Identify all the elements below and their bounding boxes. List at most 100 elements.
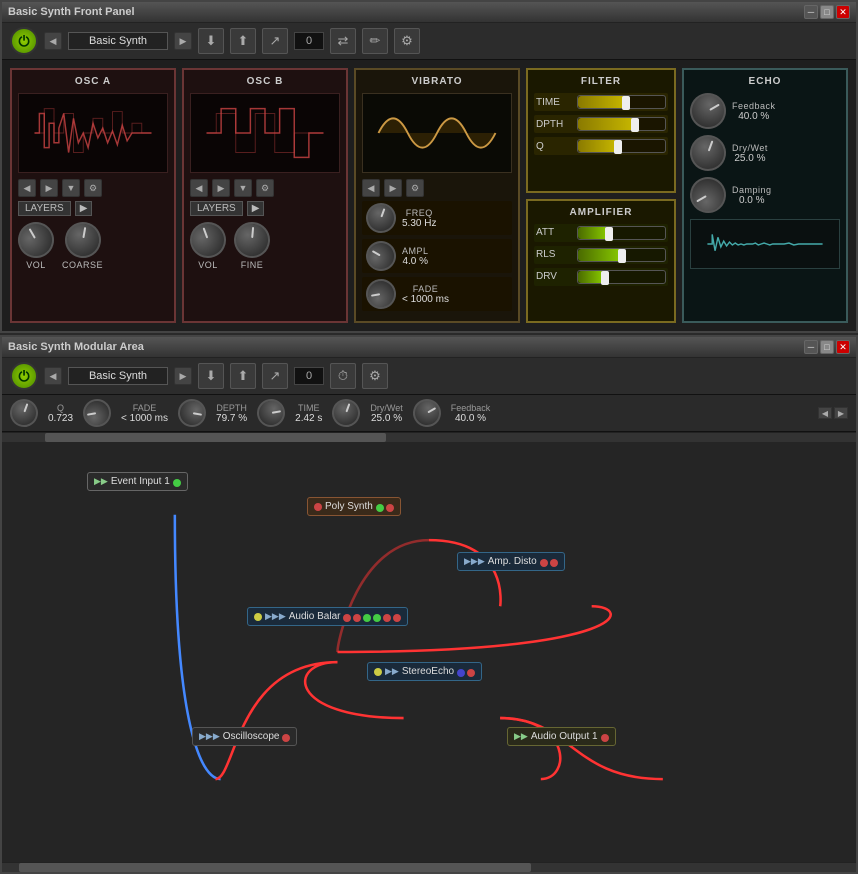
node-event-input[interactable]: ▶▶ Event Input 1 xyxy=(87,472,188,491)
prev-preset-button[interactable]: ◀ xyxy=(44,32,62,50)
vibrato-next[interactable]: ▶ xyxy=(384,179,402,197)
stereo-echo-port2[interactable] xyxy=(467,669,475,677)
bottom-settings-button[interactable]: ⚙ xyxy=(362,363,388,389)
osc-b-settings[interactable]: ⚙ xyxy=(256,179,274,197)
osc-a-vol-knob[interactable] xyxy=(11,215,60,264)
amp-disto-port2[interactable] xyxy=(550,559,558,567)
vibrato-prev[interactable]: ◀ xyxy=(362,179,380,197)
edit-button[interactable]: ✏ xyxy=(362,28,388,54)
amp-disto-ports xyxy=(540,559,558,567)
echo-feedback-knob[interactable] xyxy=(683,86,732,135)
osc-a-layers-btn[interactable]: LAYERS xyxy=(18,201,71,216)
restore-button[interactable]: □ xyxy=(820,5,834,19)
bottom-clock-button[interactable]: ⏱ xyxy=(330,363,356,389)
filter-dpth-track[interactable] xyxy=(577,117,666,131)
osc-b-layers-expand[interactable]: ▶ xyxy=(247,201,265,216)
power-button[interactable]: ⏻ xyxy=(10,27,38,55)
event-input-port-green[interactable] xyxy=(173,479,181,487)
osc-a-down[interactable]: ▼ xyxy=(62,179,80,197)
node-stereo-echo[interactable]: ▶▶ StereoEcho xyxy=(367,662,482,681)
node-amp-disto[interactable]: ▶▶▶ Amp. Disto xyxy=(457,552,565,571)
vibrato-fade-knob[interactable] xyxy=(364,277,399,312)
stereo-echo-port1[interactable] xyxy=(457,669,465,677)
midi-button[interactable]: ⇄ xyxy=(330,28,356,54)
node-audio-balar[interactable]: ▶▶▶ Audio Balar xyxy=(247,607,408,626)
osc-a-settings[interactable]: ⚙ xyxy=(84,179,102,197)
osc-b-down[interactable]: ▼ xyxy=(234,179,252,197)
audio-balar-port3[interactable] xyxy=(363,614,371,622)
node-oscilloscope[interactable]: ▶▶▶ Oscilloscope xyxy=(192,727,297,746)
echo-feedback-info: Feedback 40.0 % xyxy=(732,101,776,122)
amp-att-track[interactable] xyxy=(577,226,666,240)
bottom-power-button[interactable]: ⏻ xyxy=(10,362,38,390)
audio-balar-port2[interactable] xyxy=(353,614,361,622)
vibrato-freq-knob[interactable] xyxy=(362,199,400,237)
bottom-restore-button[interactable]: □ xyxy=(820,340,834,354)
next-preset-button[interactable]: ▶ xyxy=(174,32,192,50)
settings-button[interactable]: ⚙ xyxy=(394,28,420,54)
echo-drywet-knob[interactable] xyxy=(685,130,731,176)
top-panel-titlebar: Basic Synth Front Panel ─ □ ✕ xyxy=(2,2,856,23)
osc-a-section: OSC A ◀ ▶ ▼ ⚙ LAYERS ▶ VOL xyxy=(10,68,176,323)
vibrato-settings[interactable]: ⚙ xyxy=(406,179,424,197)
bottom-scrollbar-thumb[interactable] xyxy=(19,863,531,872)
oscilloscope-port1[interactable] xyxy=(282,734,290,742)
filter-dpth-label: DPTH xyxy=(536,119,571,130)
bottom-horizontal-scrollbar[interactable] xyxy=(2,862,856,872)
mod-knob-time[interactable] xyxy=(255,397,287,429)
osc-a-coarse-knob[interactable] xyxy=(62,219,104,261)
preset-number[interactable]: 0 xyxy=(294,32,324,50)
audio-balar-port1[interactable] xyxy=(343,614,351,622)
export-button[interactable]: ↗ xyxy=(262,28,288,54)
bottom-prev-preset[interactable]: ◀ xyxy=(44,367,62,385)
osc-a-nav: ◀ ▶ ▼ ⚙ xyxy=(18,179,168,197)
echo-damping-knob[interactable] xyxy=(683,170,732,219)
mod-label-feedback: Feedback xyxy=(451,403,491,413)
bottom-export-button[interactable]: ↗ xyxy=(262,363,288,389)
close-button[interactable]: ✕ xyxy=(836,5,850,19)
horizontal-scrollbar[interactable] xyxy=(2,432,856,442)
osc-a-next[interactable]: ▶ xyxy=(40,179,58,197)
osc-a-layers-expand[interactable]: ▶ xyxy=(75,201,93,216)
filter-time-track[interactable] xyxy=(577,95,666,109)
load-from-button[interactable]: ⬆ xyxy=(230,28,256,54)
vibrato-fade-value: < 1000 ms xyxy=(402,294,449,305)
osc-b-prev[interactable]: ◀ xyxy=(190,179,208,197)
mod-knob-depth[interactable] xyxy=(176,397,208,429)
osc-b-vol-knob[interactable] xyxy=(185,217,231,263)
scrollbar-thumb[interactable] xyxy=(45,433,387,442)
poly-synth-port1[interactable] xyxy=(376,504,384,512)
minimize-button[interactable]: ─ xyxy=(804,5,818,19)
osc-b-layers-btn[interactable]: LAYERS xyxy=(190,201,243,216)
bottom-preset-number[interactable]: 0 xyxy=(294,367,324,385)
node-audio-output[interactable]: ▶▶ Audio Output 1 xyxy=(507,727,616,746)
bottom-save-button[interactable]: ⬇ xyxy=(198,363,224,389)
audio-balar-indicator xyxy=(254,613,262,621)
audio-output-port1[interactable] xyxy=(601,734,609,742)
audio-balar-port4[interactable] xyxy=(373,614,381,622)
echo-feedback-row: Feedback 40.0 % xyxy=(690,93,840,129)
scroll-right[interactable]: ▶ xyxy=(834,407,848,419)
amp-rls-track[interactable] xyxy=(577,248,666,262)
bottom-next-preset[interactable]: ▶ xyxy=(174,367,192,385)
bottom-close-button[interactable]: ✕ xyxy=(836,340,850,354)
osc-a-prev[interactable]: ◀ xyxy=(18,179,36,197)
bottom-minimize-button[interactable]: ─ xyxy=(804,340,818,354)
vibrato-ampl-knob[interactable] xyxy=(361,236,402,277)
mod-knob-q[interactable] xyxy=(6,395,42,431)
mod-knob-fade[interactable] xyxy=(81,397,113,429)
audio-balar-port5[interactable] xyxy=(383,614,391,622)
node-poly-synth[interactable]: Poly Synth xyxy=(307,497,401,516)
save-to-button[interactable]: ⬇ xyxy=(198,28,224,54)
scroll-left[interactable]: ◀ xyxy=(818,407,832,419)
mod-knob-feedback[interactable] xyxy=(408,395,446,432)
amp-drv-track[interactable] xyxy=(577,270,666,284)
osc-b-next[interactable]: ▶ xyxy=(212,179,230,197)
mod-knob-drywet[interactable] xyxy=(328,395,364,431)
audio-balar-port6[interactable] xyxy=(393,614,401,622)
poly-synth-port2[interactable] xyxy=(386,504,394,512)
bottom-load-button[interactable]: ⬆ xyxy=(230,363,256,389)
filter-q-track[interactable] xyxy=(577,139,666,153)
amp-disto-port1[interactable] xyxy=(540,559,548,567)
osc-b-fine-knob[interactable] xyxy=(232,220,271,259)
